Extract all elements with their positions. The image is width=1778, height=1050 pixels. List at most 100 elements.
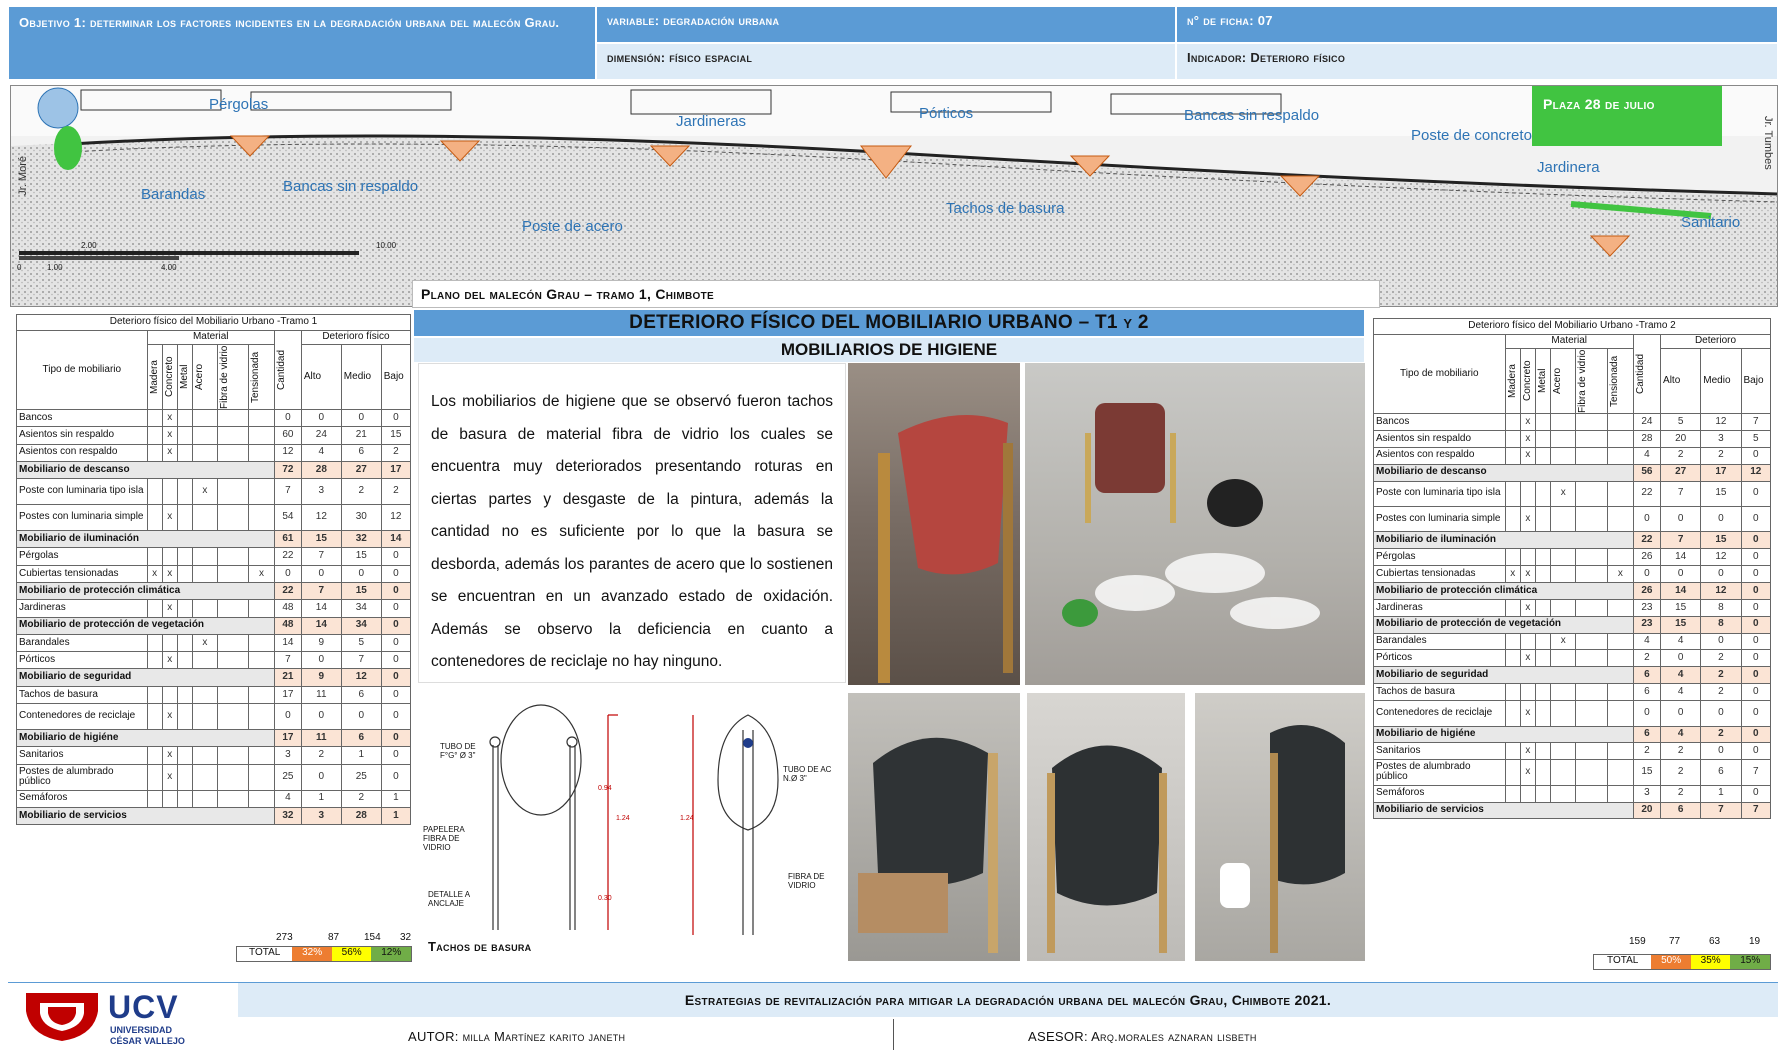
dimension-cell: dimensión: físico espacial [596,43,1176,80]
table-row-summary: Mobiliario de servicios 32 3 28 1 [16,806,412,826]
row-value: 61 [273,530,302,549]
col-header-material-item: Tensionada [248,344,275,410]
table-row: Postes de alumbrado público x 15 2 6 7 [1373,759,1771,786]
material-mark [191,504,218,532]
material-mark [1535,565,1552,583]
col-header-material-item: Madera [146,344,163,410]
row-value: 15 [1660,598,1702,617]
row-name: Tachos de basura [1373,683,1506,702]
material-mark [1606,759,1634,786]
table-row-summary: Mobiliario de protección de vegetación 23… [1373,615,1771,634]
material-mark [248,504,275,532]
col-header-tipo: Tipo de mobiliario [1373,334,1506,414]
row-value: 21 [273,668,302,687]
col-header-level: Medio [1700,348,1742,414]
row-name: Mobiliario de iluminación [16,530,275,549]
trash-bin-icon [878,415,1013,683]
row-value: 26 [1632,581,1662,600]
ucv-univ-line2: CÉSAR VALLEJO [110,1036,185,1046]
map-label-jardineras: Jardineras [676,113,747,130]
row-value: 6 [1632,683,1662,702]
material-mark [1606,548,1634,567]
material-mark: x [1519,649,1537,668]
row-value: 0 [300,408,342,428]
material-mark [1606,480,1634,507]
row-name: Asientos con respaldo [16,443,148,462]
ucv-shield-icon [26,993,98,1041]
material-mark [176,478,193,506]
footer-divider [893,1019,894,1050]
material-mark: x [161,599,178,618]
material-mark [1575,632,1608,651]
row-value: 54 [273,504,302,532]
row-value: 9 [300,633,342,653]
advisor-label: ASESOR: Arq.morales aznaran lisbeth [1028,1029,1257,1044]
footer: UCV UNIVERSIDAD CÉSAR VALLEJO Estrategia… [8,982,1778,1050]
material-mark [176,408,193,428]
material-mark [1606,649,1634,668]
material-mark [1504,480,1521,507]
row-name: Barandales [1373,632,1506,651]
row-value: 0 [1740,742,1771,761]
row-name: Postes con luminaria simple [16,504,148,532]
material-mark [216,478,250,506]
row-value: 15 [340,547,382,566]
material-mark [1575,480,1608,507]
material-mark [176,633,193,653]
material-mark [1535,480,1552,507]
row-value: 5 [1740,429,1771,448]
trash-bin-icon [858,737,998,953]
material-mark [191,763,218,791]
row-value: 17 [273,728,302,748]
row-value: 4 [273,789,302,808]
col-header-material-item: Acero [1550,348,1577,414]
row-value: 0 [1740,784,1771,803]
row-value: 0 [1740,548,1771,567]
material-mark: x [1606,565,1634,583]
material-mark [176,763,193,791]
material-mark [176,564,193,583]
material-mark [191,651,218,670]
table-row: Contenedores de reciclaje x 0 0 0 0 [16,703,412,730]
material-mark: x [1519,429,1537,448]
table-row-summary: Mobiliario de descanso 56 27 17 12 [1373,463,1771,482]
row-value: 0 [300,703,342,730]
material-mark: x [161,746,178,765]
table-row: Poste con luminaria tipo isla x 22 7 15 0 [1373,480,1771,507]
row-value: 6 [1660,801,1702,820]
row-value: 12 [273,443,302,462]
t2-pct-alto: 50% [1651,955,1691,969]
material-mark: x [1519,700,1537,727]
material-mark [248,763,275,791]
row-value: 34 [340,616,382,635]
row-value: 5 [340,633,382,653]
drawing-caption: Tachos de basura [428,939,532,954]
material-mark [1575,784,1608,803]
row-value: 0 [380,599,412,618]
material-mark [216,763,250,791]
t2-total-alto: 77 [1669,936,1681,947]
material-mark: x [161,703,178,730]
table-row: Asientos sin respaldo x 60 24 21 15 [16,426,412,445]
row-value: 20 [1660,429,1702,448]
material-mark [1575,505,1608,533]
t1-total-medio: 154 [364,932,381,943]
table-title: Deterioro físico del Mobiliario Urbano -… [16,314,411,331]
table-row: Barandales x 14 9 5 0 [16,633,412,653]
table-row-summary: Mobiliario de iluminación 22 7 15 0 [1373,531,1771,550]
row-value: 0 [1740,615,1771,634]
table-row: Contenedores de reciclaje x 0 0 0 0 [1373,700,1771,727]
row-value: 0 [1740,683,1771,702]
table-tramo-2: Deterioro físico del Mobiliario Urbano -… [1373,318,1771,820]
row-value: 4 [1660,666,1702,685]
table-title: Deterioro físico del Mobiliario Urbano -… [1373,318,1771,335]
row-name: Poste con luminaria tipo isla [1373,480,1506,507]
material-mark [161,789,178,808]
row-name: Pórticos [16,651,148,670]
row-value: 12 [1740,463,1771,482]
row-value: 2 [380,443,412,462]
table-row: Pérgolas 22 7 15 0 [16,547,412,566]
row-name: Postes de alumbrado público [1373,759,1506,786]
material-mark [1535,784,1552,803]
row-name: Bancos [1373,413,1506,431]
